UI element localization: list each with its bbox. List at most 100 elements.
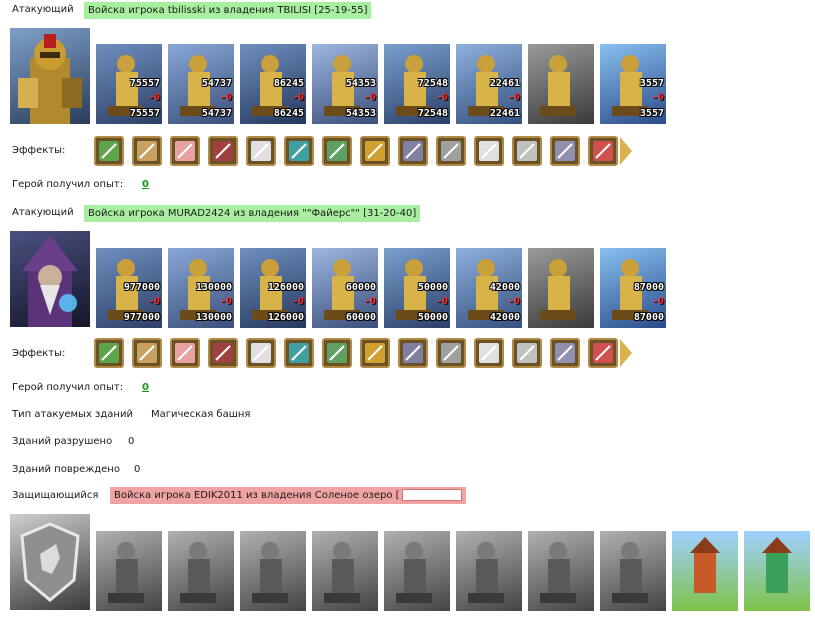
effect-slot[interactable]	[284, 338, 314, 368]
potion-icon	[289, 343, 309, 363]
hero-portrait-2[interactable]	[10, 231, 90, 327]
effect-slot[interactable]	[436, 338, 466, 368]
dagger-icon	[137, 343, 157, 363]
crossbow-unit-icon	[180, 542, 216, 603]
unit-slot[interactable]: 3557 -0 3557	[600, 44, 666, 124]
sword-icon	[99, 141, 119, 161]
bow-icon	[175, 343, 195, 363]
unit-loss: -0	[219, 92, 232, 103]
unit-remaining: 87000	[633, 312, 664, 323]
effect-slot[interactable]	[170, 136, 200, 166]
effect-slot[interactable]	[550, 338, 580, 368]
effect-slot[interactable]	[322, 338, 352, 368]
shield-crest-icon	[20, 522, 80, 602]
hand-icon	[175, 141, 195, 161]
unit-slot[interactable]	[456, 531, 522, 611]
unit-slot[interactable]	[384, 531, 450, 611]
unit-loss: -0	[363, 296, 376, 307]
effect-slot[interactable]	[398, 338, 428, 368]
effect-slot[interactable]	[132, 136, 162, 166]
unit-slot[interactable]	[96, 531, 162, 611]
hero-exp-label: Герой получил опыт:	[12, 382, 124, 393]
unit-remaining: 75557	[129, 108, 160, 119]
unit-remaining: 54353	[345, 108, 376, 119]
effect-slot[interactable]	[436, 136, 466, 166]
effects-next-arrow[interactable]	[620, 339, 632, 367]
defender-crest[interactable]	[10, 514, 90, 610]
unit-slot[interactable]: 130000 -0 130000	[168, 248, 234, 328]
unit-loss: -0	[435, 296, 448, 307]
heart-hand-icon	[251, 343, 271, 363]
effect-slot[interactable]	[322, 136, 352, 166]
unit-remaining: 130000	[195, 312, 232, 323]
ring-icon	[555, 343, 575, 363]
effect-slot[interactable]	[512, 338, 542, 368]
unit-slot[interactable]: 54353 -0 54353	[312, 44, 378, 124]
unit-slot[interactable]: 60000 -0 60000	[312, 248, 378, 328]
effect-slot[interactable]	[360, 136, 390, 166]
effect-slot[interactable]	[132, 338, 162, 368]
swordsman-unit-icon	[540, 259, 576, 320]
effect-slot[interactable]	[170, 338, 200, 368]
effect-slot[interactable]	[550, 136, 580, 166]
claw-icon	[517, 343, 537, 363]
crystal-icon	[213, 141, 233, 161]
effect-slot[interactable]	[94, 136, 124, 166]
effect-slot[interactable]	[588, 136, 618, 166]
unit-loss: -0	[291, 92, 304, 103]
unit-slot[interactable]: 72548 -0 72548	[384, 44, 450, 124]
effect-slot[interactable]	[360, 338, 390, 368]
unit-slot[interactable]	[168, 531, 234, 611]
gold-icon	[365, 141, 385, 161]
effect-slot[interactable]	[474, 136, 504, 166]
unit-slot[interactable]: 75557 -0 75557	[96, 44, 162, 124]
effect-slot[interactable]	[398, 136, 428, 166]
unit-slot[interactable]: 22461 -0 22461	[456, 44, 522, 124]
unit-slot[interactable]: 86245 -0 86245	[240, 44, 306, 124]
tower-building-icon	[690, 537, 720, 593]
defender-label: Защищающийся	[12, 490, 99, 501]
unit-slot[interactable]: 54737 -0 54737	[168, 44, 234, 124]
building-type-value: Магическая башня	[151, 409, 251, 420]
unit-slot[interactable]: 977000 -0 977000	[96, 248, 162, 328]
unit-slot[interactable]: 50000 -0 50000	[384, 248, 450, 328]
unit-slot[interactable]	[240, 531, 306, 611]
effect-slot[interactable]	[246, 338, 276, 368]
unit-slot[interactable]	[600, 531, 666, 611]
unit-slot[interactable]	[312, 531, 378, 611]
unit-slot[interactable]: 42000 -0 42000	[456, 248, 522, 328]
effect-slot[interactable]	[94, 338, 124, 368]
effect-slot[interactable]	[474, 338, 504, 368]
hero-exp-value[interactable]: 0	[142, 179, 149, 190]
unit-slot[interactable]	[528, 531, 594, 611]
effects-label: Эффекты:	[12, 348, 66, 359]
tower-icon	[403, 343, 423, 363]
hero-exp-value[interactable]: 0	[142, 382, 149, 393]
building-slot[interactable]	[744, 531, 810, 611]
effect-slot[interactable]	[208, 136, 238, 166]
unit-count: 72548	[417, 78, 448, 89]
unit-remaining: 42000	[489, 312, 520, 323]
unit-slot[interactable]: 126000 -0 126000	[240, 248, 306, 328]
effect-slot[interactable]	[246, 136, 276, 166]
unit-remaining: 977000	[123, 312, 160, 323]
effects-next-arrow[interactable]	[620, 137, 632, 165]
archer-unit-icon	[108, 542, 144, 603]
hero-portrait-1[interactable]	[10, 28, 90, 124]
effect-slot[interactable]	[512, 136, 542, 166]
unit-count: 3557	[639, 78, 664, 89]
unit-count: 130000	[195, 282, 232, 293]
swordsman-unit-icon	[540, 542, 576, 603]
handshake-icon	[137, 141, 157, 161]
unit-slot[interactable]: 87000 -0 87000	[600, 248, 666, 328]
unit-slot[interactable]	[528, 44, 594, 124]
unit-remaining: 60000	[345, 312, 376, 323]
unit-slot[interactable]	[528, 248, 594, 328]
effect-slot[interactable]	[284, 136, 314, 166]
angel-unit-icon	[612, 542, 648, 603]
unit-loss: -0	[507, 296, 520, 307]
cage-icon	[555, 141, 575, 161]
building-slot[interactable]	[672, 531, 738, 611]
effect-slot[interactable]	[588, 338, 618, 368]
effect-slot[interactable]	[208, 338, 238, 368]
